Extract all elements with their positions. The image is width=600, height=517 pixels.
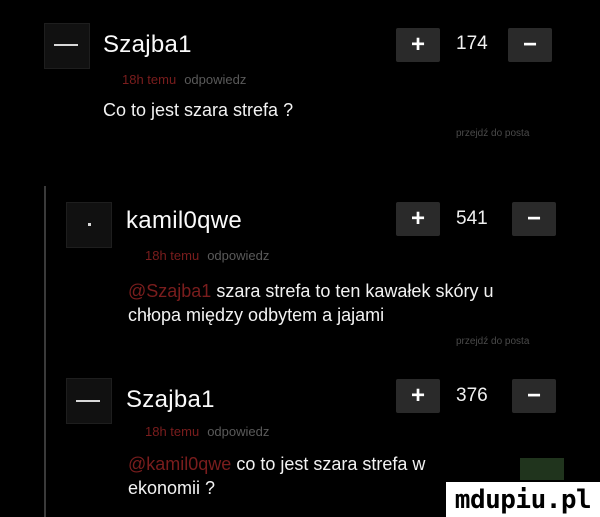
goto-post-link[interactable]: przejdź do posta xyxy=(456,128,529,139)
goto-post-link[interactable]: przejdź do posta xyxy=(456,336,529,347)
comment-time: 18h temu xyxy=(145,424,200,439)
mention-link[interactable]: @Szajba1 xyxy=(128,281,211,301)
downvote-button[interactable]: − xyxy=(512,379,556,413)
mention-link[interactable]: @kamil0qwe xyxy=(128,454,231,474)
avatar[interactable] xyxy=(66,378,112,424)
comment-text: co to jest szara strefa w xyxy=(236,454,426,474)
vote-score: 541 xyxy=(456,208,488,229)
comment-text: szara strefa to ten kawałek skóry u xyxy=(216,281,494,301)
watermark-logo: mdupiu.pl xyxy=(446,482,600,517)
username[interactable]: Szajba1 xyxy=(126,386,215,414)
avatar[interactable] xyxy=(44,23,90,69)
vote-score: 376 xyxy=(456,385,488,406)
avatar[interactable] xyxy=(66,202,112,248)
upvote-button[interactable]: + xyxy=(396,379,440,413)
watermark-badge xyxy=(520,458,564,480)
reply-link[interactable]: odpowiedz xyxy=(207,424,269,439)
comment-text: Co to jest szara strefa ? xyxy=(103,100,294,120)
comment-text-line2: chłopa między odbytem a jajami xyxy=(128,305,385,325)
username[interactable]: Szajba1 xyxy=(103,31,192,59)
vote-score: 174 xyxy=(456,33,488,54)
reply-link[interactable]: odpowiedz xyxy=(184,72,246,87)
thread-line xyxy=(44,186,46,517)
upvote-button[interactable]: + xyxy=(396,202,440,236)
username[interactable]: kamil0qwe xyxy=(126,207,242,235)
comment-time: 18h temu xyxy=(145,248,200,263)
reply-link[interactable]: odpowiedz xyxy=(207,248,269,263)
upvote-button[interactable]: + xyxy=(396,28,440,62)
downvote-button[interactable]: − xyxy=(508,28,552,62)
comment-time: 18h temu xyxy=(122,72,177,87)
downvote-button[interactable]: − xyxy=(512,202,556,236)
comment-text-line2: ekonomii ? xyxy=(128,478,216,498)
